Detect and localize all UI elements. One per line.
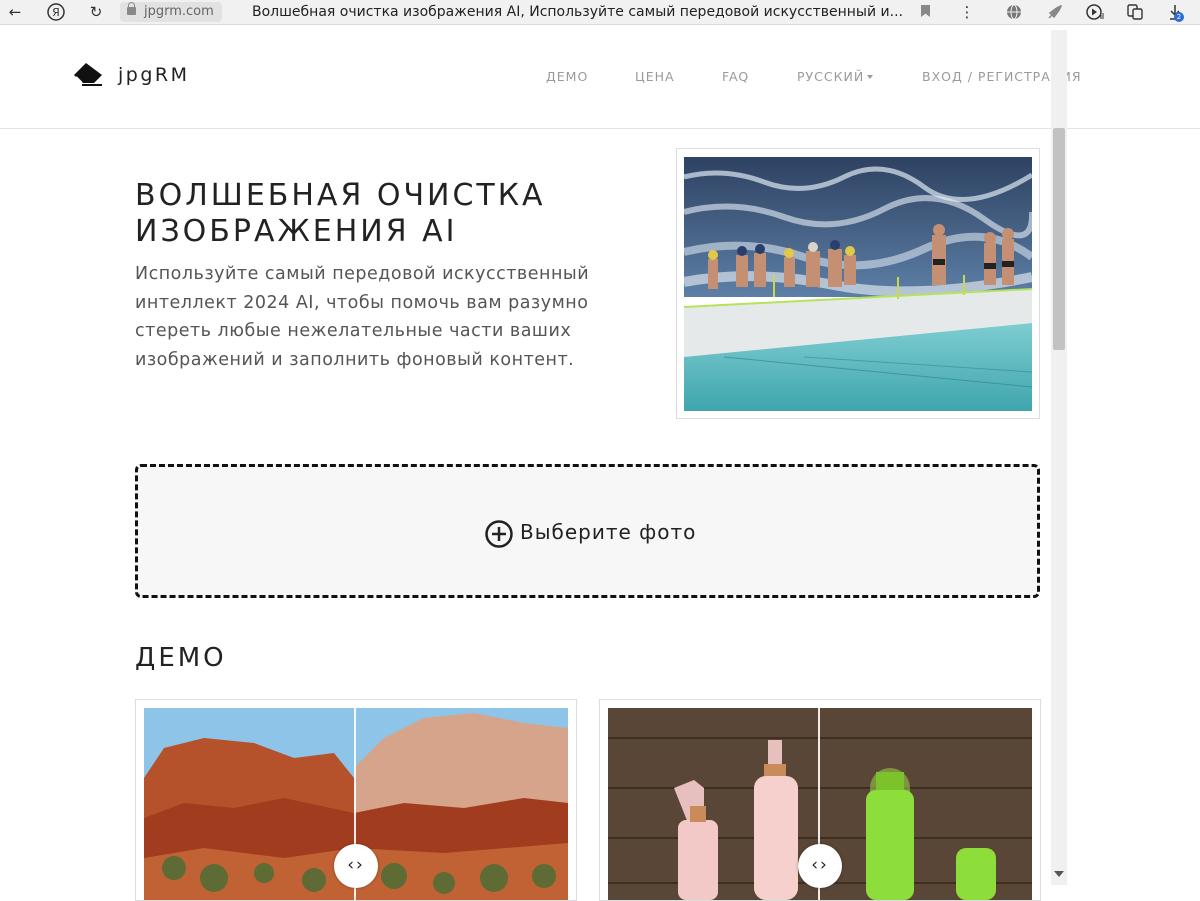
caret-down-icon [867,75,874,79]
compare-slider-icon[interactable]: ‹› [798,844,842,888]
page-title[interactable]: Волшебная очистка изображения AI, Исполь… [252,2,902,22]
nav-language-dropdown[interactable]: РУССКИЙ [797,69,874,84]
scrollbar-thumb[interactable] [1053,128,1065,350]
download-count-badge: 2 [1174,12,1184,22]
upload-dropzone[interactable]: Выберите фото [135,464,1040,598]
logo-text: jpgRM [118,64,190,86]
svg-text:Я: Я [52,6,60,19]
address-bar-domain[interactable]: jpgrm.com [120,2,222,22]
reload-icon[interactable]: ↻ [86,2,106,22]
browser-toolbar: ← Я ↻ jpgrm.com Волшебная очистка изобра… [0,0,1200,25]
eraser-logo-icon [74,63,102,86]
demo-heading: ДЕМО [135,643,227,673]
demo-card-canyon[interactable]: ‹› [135,699,577,901]
yandex-icon[interactable]: Я [46,2,66,22]
bookmark-icon[interactable] [921,5,930,17]
compare-slider-icon[interactable]: ‹› [334,844,378,888]
lock-icon [127,2,136,15]
hero-title: ВОЛШЕБНАЯ ОЧИСТКА ИЗОБРАЖЕНИЯ AI [135,178,546,249]
hero-description: Используйте самый передовой искусственны… [135,264,590,370]
download-icon[interactable]: 2 [1165,2,1185,22]
media-play-icon[interactable] [1085,2,1105,22]
plus-circle-icon [485,520,513,548]
demo-card-bottles[interactable]: ‹› [599,699,1041,901]
nav-faq[interactable]: FAQ [722,69,749,84]
globe-icon[interactable] [1004,2,1024,22]
rocket-icon[interactable] [1045,2,1065,22]
translate-icon[interactable] [1125,2,1145,22]
scroll-down-arrow-icon[interactable] [1054,871,1064,877]
upload-label: Выберите фото [520,520,697,544]
nav-demo[interactable]: ДЕМО [546,69,588,84]
language-label: РУССКИЙ [797,69,865,84]
more-vertical-icon[interactable]: ⋮ [957,2,977,22]
site-header: jpgRM ДЕМО ЦЕНА FAQ РУССКИЙ ВХОД / РЕГИС… [0,25,1200,129]
hero-image-pool-swimmers [684,157,1032,411]
nav-price[interactable]: ЦЕНА [635,69,675,84]
back-arrow-icon[interactable]: ← [5,2,25,22]
